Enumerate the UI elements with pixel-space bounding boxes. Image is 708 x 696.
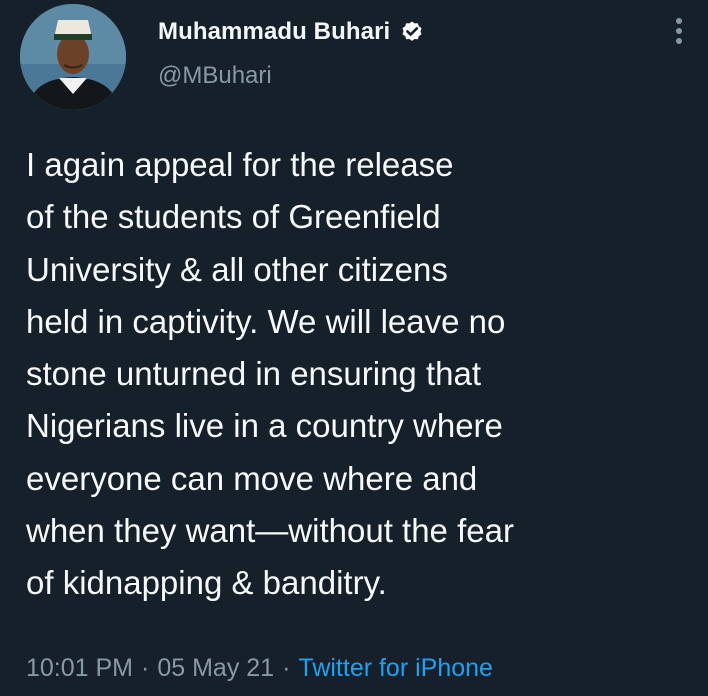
avatar[interactable] — [20, 4, 126, 110]
tweet-date[interactable]: 05 May 21 — [157, 654, 274, 683]
metadata-separator: · — [282, 653, 291, 682]
tweet-text: I again appeal for the release of the st… — [26, 146, 514, 602]
tweet-metadata: 10:01 PM · 05 May 21 · Twitter for iPhon… — [26, 650, 493, 686]
verified-badge-icon — [400, 20, 424, 44]
tweet-card: Muhammadu Buhari @MBuhari I again appeal… — [0, 0, 708, 696]
author-handle[interactable]: @MBuhari — [158, 62, 272, 90]
vertical-dots-icon[interactable] — [672, 18, 686, 50]
author-name-row[interactable]: Muhammadu Buhari — [158, 12, 424, 52]
author-display-name[interactable]: Muhammadu Buhari — [158, 18, 390, 46]
tweet-source-link[interactable]: Twitter for iPhone — [298, 654, 493, 683]
tweet-time[interactable]: 10:01 PM — [26, 654, 133, 683]
avatar-image — [20, 4, 126, 110]
metadata-separator: · — [141, 653, 150, 682]
